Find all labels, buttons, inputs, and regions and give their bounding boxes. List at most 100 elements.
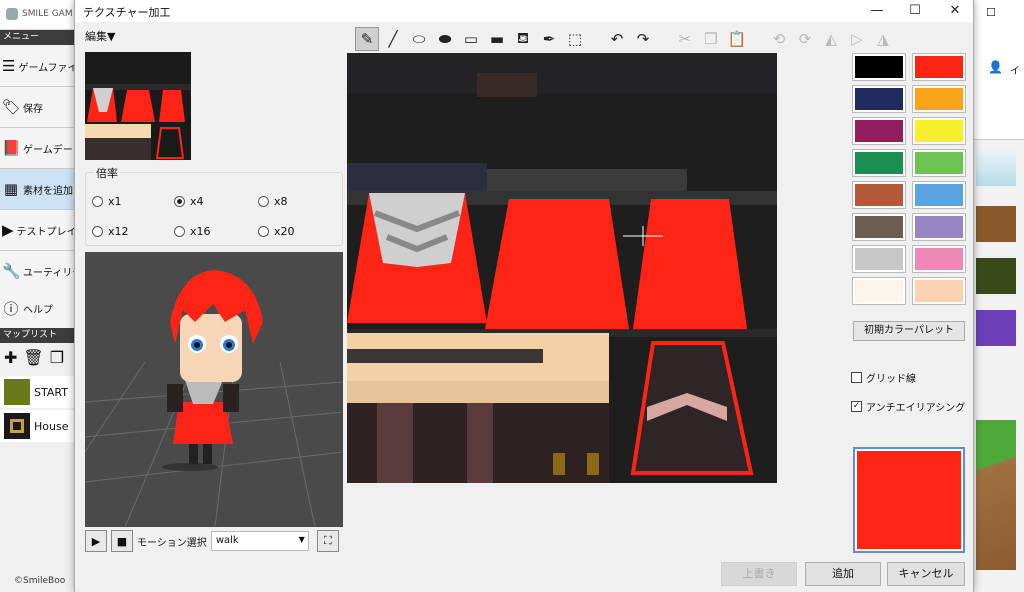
- mirror-tool[interactable]: ◮: [871, 27, 895, 51]
- palette-swatch[interactable]: [912, 53, 966, 81]
- palette-swatch[interactable]: [852, 117, 906, 145]
- palette-swatch[interactable]: [852, 53, 906, 81]
- palette-swatch[interactable]: [912, 277, 966, 305]
- character-3d-preview[interactable]: [85, 252, 343, 527]
- mirror-icon: ◮: [877, 30, 889, 48]
- scale-option-x12[interactable]: x12: [92, 225, 129, 238]
- rotate-right-tool[interactable]: ⟳: [793, 27, 817, 51]
- menu-item-label: テストプレイ: [16, 226, 76, 238]
- palette-swatch[interactable]: [852, 149, 906, 177]
- rect-fill-tool[interactable]: ▬: [485, 27, 509, 51]
- texture-canvas[interactable]: [347, 53, 777, 483]
- palette-swatch[interactable]: [852, 277, 906, 305]
- line-tool[interactable]: ╱: [381, 27, 405, 51]
- grid-label: グリッド線: [866, 374, 916, 385]
- motion-select[interactable]: walk ▼: [210, 531, 309, 551]
- palette-swatch[interactable]: [912, 245, 966, 273]
- palette-swatch[interactable]: [912, 213, 966, 241]
- copy-icon: ❐: [704, 30, 718, 48]
- menu-item-label: 素材を追加: [23, 185, 73, 197]
- add-button[interactable]: 追加: [805, 562, 881, 586]
- eyedropper-icon: ✒: [542, 30, 556, 48]
- trash-icon[interactable]: 🗑: [23, 348, 43, 367]
- reset-palette-button[interactable]: 初期カラーパレット: [853, 321, 965, 341]
- minimize-icon[interactable]: —: [857, 0, 897, 22]
- copy-icon[interactable]: ❐: [50, 348, 64, 367]
- maximize-icon[interactable]: ☐: [986, 6, 996, 19]
- palette-swatch[interactable]: [852, 213, 906, 241]
- fullscreen-button[interactable]: ⛶: [316, 530, 339, 552]
- palette-swatch[interactable]: [852, 85, 906, 113]
- paste-button[interactable]: 📋: [725, 27, 749, 51]
- map-list-item[interactable]: START: [0, 376, 76, 408]
- plus-icon[interactable]: ✚: [4, 348, 17, 367]
- copy-button[interactable]: ❐: [699, 27, 723, 51]
- scale-group: 倍率 x1 x4 x8 x12 x16 x20: [85, 165, 343, 246]
- motion-select-label: モーション選択: [137, 537, 207, 549]
- map-list-item[interactable]: House: [0, 410, 76, 442]
- pencil-tool[interactable]: ✎: [355, 27, 379, 51]
- dirt-block-thumbnail[interactable]: [976, 206, 1016, 242]
- menu-item-game-data[interactable]: 📕 ゲームデー: [0, 128, 76, 169]
- grass-block-preview: [976, 420, 1016, 570]
- menu-item-game-file[interactable]: ☰ ゲームファイ: [0, 46, 76, 87]
- antialias-checkbox[interactable]: ✓ アンチエイリアシング: [851, 399, 965, 414]
- scale-option-x1[interactable]: x1: [92, 195, 122, 208]
- menu-item-test-play[interactable]: ▶ テストプレイ: [0, 210, 76, 251]
- palette-swatch[interactable]: [912, 117, 966, 145]
- selection-tool[interactable]: ⬚: [563, 27, 587, 51]
- menu-item-help[interactable]: ⓘ ヘルプ: [0, 288, 76, 329]
- scale-option-x4[interactable]: x4: [174, 195, 204, 208]
- stop-button[interactable]: ■: [111, 530, 133, 552]
- cancel-button[interactable]: キャンセル: [887, 562, 965, 586]
- event-icon[interactable]: 👤: [988, 60, 1003, 74]
- menu-item-label: ヘルプ: [23, 304, 53, 316]
- redo-button[interactable]: ↷: [631, 27, 655, 51]
- eyedropper-tool[interactable]: ✒: [537, 27, 561, 51]
- palette-swatch[interactable]: [912, 149, 966, 177]
- menu-item-label: ゲームデー: [23, 144, 73, 156]
- snow-block-thumbnail[interactable]: [976, 150, 1016, 186]
- menu-header: メニュー: [0, 30, 76, 45]
- menu-item-utility[interactable]: 🔧 ユーティリテ: [0, 251, 76, 292]
- palette-swatch[interactable]: [852, 181, 906, 209]
- grid-checkbox[interactable]: グリッド線: [851, 370, 916, 385]
- edit-menu[interactable]: 編集▼: [85, 28, 115, 44]
- play-button[interactable]: ▶: [85, 530, 107, 552]
- rect-outline-tool[interactable]: ▭: [459, 27, 483, 51]
- grid-icon: ▦: [3, 180, 19, 198]
- overwrite-button[interactable]: 上書き: [721, 562, 797, 586]
- rotate-tool[interactable]: ⟲: [767, 27, 791, 51]
- texture-thumbnail[interactable]: [85, 52, 191, 160]
- fullscreen-icon: ⛶: [323, 534, 332, 547]
- purple-block-thumbnail[interactable]: [976, 310, 1016, 346]
- scale-option-x20[interactable]: x20: [258, 225, 295, 238]
- palette-swatch[interactable]: [912, 181, 966, 209]
- menu-item-label: 保存: [23, 103, 43, 115]
- radio-label: x1: [108, 195, 122, 208]
- flip-vertical-tool[interactable]: ◭: [819, 27, 843, 51]
- bucket-fill-tool[interactable]: ⛾: [511, 27, 535, 51]
- palette-swatch[interactable]: [852, 245, 906, 273]
- flip-horizontal-tool[interactable]: ▷: [845, 27, 869, 51]
- map-thumbnail: [4, 379, 30, 405]
- background-window-controls: ☐: [972, 0, 1024, 30]
- cut-button[interactable]: ✂: [673, 27, 697, 51]
- scale-option-x16[interactable]: x16: [174, 225, 211, 238]
- maximize-icon[interactable]: ☐: [895, 0, 935, 22]
- scale-option-x8[interactable]: x8: [258, 195, 288, 208]
- moss-block-thumbnail[interactable]: [976, 258, 1016, 294]
- rotate-shape-icon: ⟲: [772, 30, 786, 48]
- background-app-title: SMILE GAM: [22, 9, 73, 19]
- close-icon[interactable]: ✕: [935, 0, 975, 22]
- current-color-swatch[interactable]: [853, 447, 965, 553]
- ellipse-outline-tool[interactable]: ⬭: [407, 27, 431, 51]
- menu-item-add-asset[interactable]: ▦ 素材を追加: [0, 169, 76, 210]
- ellipse-fill-tool[interactable]: ⬬: [433, 27, 457, 51]
- scale-legend: 倍率: [94, 165, 120, 181]
- palette-swatch[interactable]: [912, 85, 966, 113]
- rect-fill-icon: ▬: [489, 30, 505, 48]
- menu-item-save[interactable]: 🏷 保存: [0, 87, 76, 128]
- dashed-select-icon: ⬚: [567, 30, 583, 48]
- undo-button[interactable]: ↶: [605, 27, 629, 51]
